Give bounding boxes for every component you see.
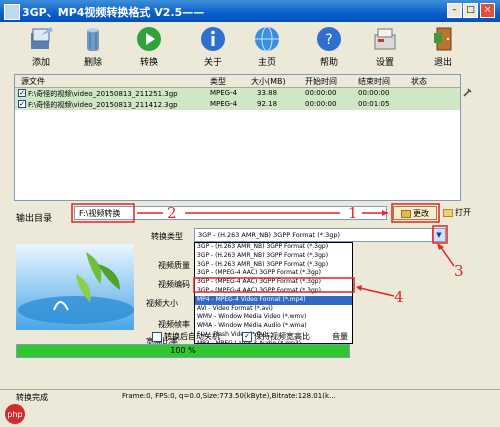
video-fps-label: 视频帧率: [158, 320, 190, 329]
column-source[interactable]: 源文件: [21, 76, 45, 87]
list-tool-icon[interactable]: [462, 88, 472, 98]
column-type[interactable]: 类型: [210, 76, 226, 87]
checkbox-box: [152, 331, 162, 342]
window-title: 3GP、MP4视频转换格式 V2.5——: [22, 6, 205, 19]
format-option[interactable]: 3GP - (H.263 AMR_NB) 3GPP Format (*.3gp): [195, 261, 352, 270]
checkbox-box: ✓: [242, 331, 252, 342]
progress-bar: 100 %: [16, 344, 350, 358]
toolbar: 添加 删除 转换 关于 主页 ? 帮助 设置 退出: [0, 22, 500, 74]
output-dir-label: 输出目录: [16, 214, 53, 224]
format-option[interactable]: 3GP - (H.263 AMR_NB) 3GPP Format (*.3gp): [195, 243, 352, 252]
wrench-icon: [463, 88, 472, 97]
app-window: 3GP、MP4视频转换格式 V2.5—— – □ × 添加 删除 转换 关于 主…: [0, 0, 500, 427]
add-file-icon: [31, 27, 53, 49]
status-bar: 转换完成 Frame:0, FPS:0, q=0.0,Size:773.50(k…: [0, 389, 500, 404]
format-option-selected[interactable]: MP4 - MPEG-4 Video Format (*.mp4): [195, 295, 352, 305]
auto-shutdown-checkbox[interactable]: 转换后自动关机: [152, 331, 220, 342]
row-start: 00:00:00: [305, 100, 337, 108]
app-icon: [4, 4, 20, 20]
format-option[interactable]: 3GP - (MPEG-4 AAC) 3GPP Format (*.3gp): [195, 269, 352, 278]
title-bar[interactable]: 3GP、MP4视频转换格式 V2.5—— – □ ×: [0, 0, 500, 22]
change-dir-button[interactable]: 更改: [393, 206, 437, 220]
progress-text: 100 %: [170, 346, 196, 355]
delete-label: 删除: [83, 58, 102, 68]
php-logo-icon: php: [5, 404, 25, 424]
row-end: 00:00:00: [358, 89, 390, 97]
svg-text:php: php: [7, 410, 22, 419]
volume-label: 音量: [332, 332, 348, 341]
video-codec-label: 视频编码: [158, 280, 190, 289]
about-label: 关于: [203, 58, 222, 68]
format-option[interactable]: WMA - Window Media Audio (*.wma): [195, 322, 352, 331]
open-dir-label: 打开: [455, 208, 471, 217]
open-folder-icon: [443, 208, 453, 217]
format-option[interactable]: 3GP - (MPEG-4 AAC) 3GPP Format (*.3gp): [195, 278, 352, 287]
column-start-time[interactable]: 开始时间: [305, 76, 337, 87]
status-detail: Frame:0, FPS:0, q=0.0,Size:773.50(kByte)…: [122, 392, 336, 400]
row-type: MPEG-4: [210, 100, 238, 108]
row-size: 92.18: [257, 100, 278, 108]
keep-ratio-checkbox[interactable]: ✓ 保持视频宽高比: [242, 331, 310, 342]
delete-icon: [87, 28, 99, 51]
status-text: 转换完成: [16, 393, 48, 402]
format-dropdown-list[interactable]: 3GP - (H.263 AMR_NB) 3GPP Format (*.3gp)…: [194, 242, 353, 344]
output-dir-field[interactable]: F:\视频转换: [74, 206, 387, 220]
convert-play-icon: [137, 27, 161, 51]
maximize-button[interactable]: □: [463, 3, 478, 18]
column-size[interactable]: 大小(MB): [251, 76, 286, 87]
row-end: 00:01:05: [358, 100, 390, 108]
column-status[interactable]: 状态: [411, 76, 427, 87]
row-start: 00:00:00: [305, 89, 337, 97]
keep-ratio-label: 保持视频宽高比: [254, 332, 310, 341]
row-checkbox[interactable]: ✓: [18, 100, 26, 108]
row-checkbox[interactable]: ✓: [18, 89, 26, 97]
home-label: 主页: [257, 58, 276, 68]
exit-door-icon: [434, 27, 452, 51]
row-type: MPEG-4: [210, 89, 238, 97]
auto-shutdown-label: 转换后自动关机: [164, 332, 220, 341]
about-button[interactable]: 关于: [190, 25, 236, 68]
change-dir-label: 更改: [413, 209, 429, 218]
table-row[interactable]: ✓ F:\奇怪的视频\video_20150813_211412.3gp MPE…: [15, 99, 460, 110]
convert-button[interactable]: 转换: [126, 25, 172, 68]
row-size: 33.88: [257, 89, 278, 97]
format-option[interactable]: 3GP - (H.263 AMR_NB) 3GPP Format (*.3gp): [195, 252, 352, 261]
info-icon: [201, 27, 225, 51]
help-icon: ?: [317, 27, 341, 51]
folder-icon: [401, 209, 411, 218]
file-list-header: 源文件 类型 大小(MB) 开始时间 结束时间 状态: [15, 75, 460, 88]
home-globe-icon: [255, 26, 279, 52]
add-button[interactable]: 添加: [18, 25, 64, 68]
settings-label: 设置: [375, 58, 394, 68]
delete-button[interactable]: 删除: [70, 25, 116, 68]
settings-icon: [374, 28, 396, 50]
close-button[interactable]: ×: [480, 3, 495, 18]
minimize-button[interactable]: –: [447, 3, 462, 18]
format-option[interactable]: 3GP - (MPEG-4 AAC) 3GPP Format (*.3gp): [195, 287, 352, 296]
row-source: F:\奇怪的视频\video_20150813_211412.3gp: [28, 101, 178, 109]
row-source: F:\奇怪的视频\video_20150813_211251.3gp: [28, 90, 178, 98]
open-dir-button[interactable]: 打开: [443, 206, 483, 220]
video-quality-label: 视频质量: [158, 261, 190, 270]
add-label: 添加: [31, 58, 50, 68]
svg-text:?: ?: [325, 32, 332, 48]
video-size-label: 视频大小: [146, 299, 178, 308]
file-list[interactable]: 源文件 类型 大小(MB) 开始时间 结束时间 状态 ✓ F:\奇怪的视频\vi…: [14, 74, 461, 201]
settings-button[interactable]: 设置: [362, 25, 408, 68]
preview-thumbnail: [16, 244, 134, 330]
annotation-label: 3: [454, 262, 464, 280]
exit-label: 退出: [433, 58, 452, 68]
table-row[interactable]: ✓ F:\奇怪的视频\video_20150813_211251.3gp MPE…: [15, 88, 460, 99]
annotation-label: 4: [394, 288, 404, 306]
convert-label: 转换: [139, 58, 158, 68]
help-label: 帮助: [319, 58, 338, 68]
exit-button[interactable]: 退出: [420, 25, 466, 68]
column-end-time[interactable]: 结束时间: [358, 76, 390, 87]
format-option[interactable]: AVI - Video Format (*.avi): [195, 305, 352, 314]
help-button[interactable]: ? 帮助: [306, 25, 352, 68]
format-option[interactable]: WMV - Window Media Video (*.wmv): [195, 313, 352, 322]
chevron-down-icon[interactable]: ▼: [432, 229, 445, 241]
home-button[interactable]: 主页: [244, 25, 290, 68]
